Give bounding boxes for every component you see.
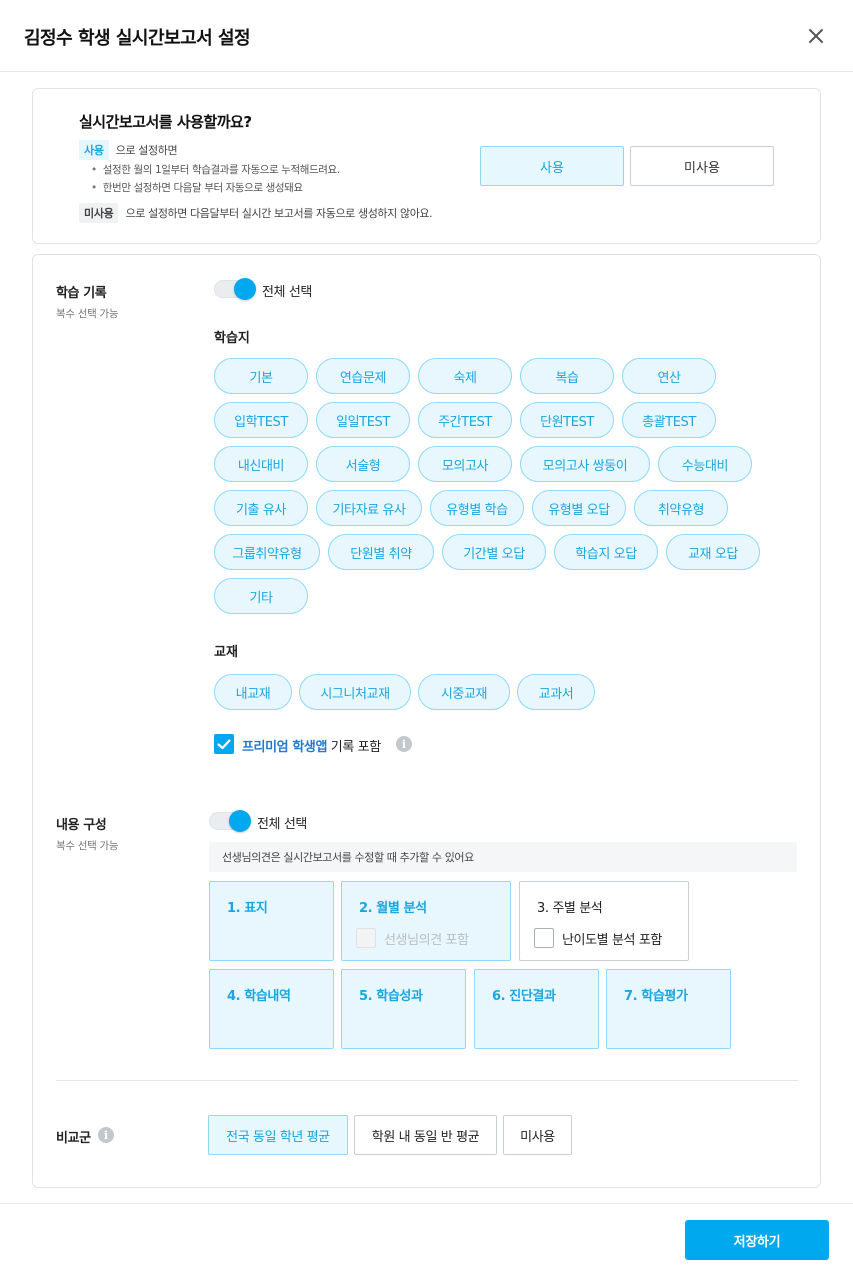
premium-label: 프리미엄 학생앱 기록 포함 [242, 736, 381, 755]
settings-card: 학습 기록 복수 선택 가능 전체 선택 학습지 기본 연습문제 숙제 복습 연… [32, 254, 821, 1188]
chip-textbook[interactable]: 내교재 [214, 674, 292, 710]
content-item-monthly[interactable]: 2. 월별 분석 선생님의견 포함 [341, 881, 511, 961]
chip-worksheet[interactable]: 주간TEST [418, 402, 512, 438]
comparison-option-academy[interactable]: 학원 내 동일 반 평균 [354, 1115, 497, 1155]
usage-bullet: 한번만 설정하면 다음달 부터 자동으로 생성돼요 [91, 180, 303, 195]
chip-worksheet[interactable]: 모의고사 [418, 446, 512, 482]
content-item-title: 3. 주별 분석 [537, 901, 603, 916]
content-notice: 선생님의견은 실시간보고서를 수정할 때 추가할 수 있어요 [209, 842, 797, 872]
chip-worksheet[interactable]: 일일TEST [316, 402, 410, 438]
comparison-option-national[interactable]: 전국 동일 학년 평균 [208, 1115, 348, 1155]
worksheet-group-title: 학습지 [214, 331, 250, 346]
content-item-achievement[interactable]: 5. 학습성과 [341, 969, 466, 1049]
section-divider [56, 1080, 798, 1081]
use-text: 으로 설정하면 [115, 144, 178, 157]
chip-worksheet[interactable]: 수능대비 [658, 446, 752, 482]
close-icon[interactable] [804, 24, 828, 48]
chip-worksheet[interactable]: 기타자료 유사 [316, 490, 422, 526]
comparison-option-none[interactable]: 미사용 [503, 1115, 572, 1155]
chip-worksheet[interactable]: 내신대비 [214, 446, 308, 482]
usage-nouse-line: 미사용 으로 설정하면 다음달부터 실시간 보고서를 자동으로 생성하지 않아요… [79, 203, 433, 223]
content-label: 내용 구성 [56, 818, 107, 833]
chip-worksheet[interactable]: 유형별 오답 [532, 490, 626, 526]
chip-worksheet[interactable]: 단원별 취약 [328, 534, 434, 570]
content-item-title: 4. 학습내역 [227, 989, 291, 1004]
content-item-evaluation[interactable]: 7. 학습평가 [606, 969, 731, 1049]
usage-question: 실시간보고서를 사용할까요? [79, 113, 252, 131]
content-item-history[interactable]: 4. 학습내역 [209, 969, 334, 1049]
chip-worksheet[interactable]: 단원TEST [520, 402, 614, 438]
content-item-diagnosis[interactable]: 6. 진단결과 [474, 969, 599, 1049]
dialog-header: 김정수 학생 실시간보고서 설정 [0, 0, 853, 72]
textbook-group-title: 교재 [214, 645, 238, 660]
content-select-all-label: 전체 선택 [257, 817, 307, 832]
footer-divider [0, 1203, 853, 1204]
chip-worksheet[interactable]: 숙제 [418, 358, 512, 394]
usage-card: 실시간보고서를 사용할까요? 사용 으로 설정하면 설정한 월의 1일부터 학습… [32, 88, 821, 244]
learning-label: 학습 기록 [56, 286, 107, 301]
content-item-title: 2. 월별 분석 [359, 901, 427, 916]
chip-worksheet[interactable]: 학습지 오답 [554, 534, 658, 570]
content-item-title: 5. 학습성과 [359, 989, 423, 1004]
checkbox-box [356, 928, 376, 948]
chip-worksheet[interactable]: 모의고사 쌍둥이 [520, 446, 650, 482]
content-item-title: 6. 진단결과 [492, 989, 556, 1004]
chip-worksheet[interactable]: 기본 [214, 358, 308, 394]
chip-worksheet[interactable]: 연습문제 [316, 358, 410, 394]
checkbox-box[interactable] [534, 928, 554, 948]
chip-worksheet[interactable]: 총괄TEST [622, 402, 716, 438]
content-item-title: 1. 표지 [227, 901, 268, 916]
chip-worksheet[interactable]: 입학TEST [214, 402, 308, 438]
info-icon[interactable]: i [98, 1127, 114, 1143]
chip-worksheet[interactable]: 기출 유사 [214, 490, 308, 526]
learning-select-all-label: 전체 선택 [262, 285, 312, 300]
learning-sub: 복수 선택 가능 [56, 308, 119, 320]
content-sub: 복수 선택 가능 [56, 840, 119, 852]
chip-worksheet[interactable]: 연산 [622, 358, 716, 394]
premium-rest: 기록 포함 [327, 740, 381, 755]
use-button[interactable]: 사용 [480, 146, 624, 186]
difficulty-analysis-label: 난이도별 분석 포함 [562, 932, 662, 948]
use-tag: 사용 [79, 140, 109, 160]
chip-worksheet[interactable]: 그룹취약유형 [214, 534, 320, 570]
teacher-opinion-checkbox: 선생님의견 포함 [356, 928, 469, 948]
chip-worksheet[interactable]: 기타 [214, 578, 308, 614]
chip-worksheet[interactable]: 취약유형 [634, 490, 728, 526]
teacher-opinion-label: 선생님의견 포함 [384, 932, 469, 948]
usage-use-line: 사용 으로 설정하면 [79, 140, 178, 160]
chip-worksheet[interactable]: 교재 오답 [666, 534, 760, 570]
chip-textbook[interactable]: 시중교재 [418, 674, 510, 710]
save-button[interactable]: 저장하기 [685, 1220, 829, 1260]
content-item-weekly[interactable]: 3. 주별 분석 난이도별 분석 포함 [519, 881, 689, 961]
content-item-title: 7. 학습평가 [624, 989, 688, 1004]
learning-select-all-toggle[interactable] [214, 278, 258, 300]
difficulty-analysis-checkbox[interactable]: 난이도별 분석 포함 [534, 928, 662, 948]
chip-textbook[interactable]: 교과서 [517, 674, 595, 710]
dialog-title: 김정수 학생 실시간보고서 설정 [24, 28, 251, 49]
content-item-cover[interactable]: 1. 표지 [209, 881, 334, 961]
chip-worksheet[interactable]: 기간별 오답 [442, 534, 546, 570]
chip-textbook[interactable]: 시그니처교재 [299, 674, 411, 710]
comparison-label: 비교군 [56, 1131, 91, 1146]
nouse-tag: 미사용 [79, 203, 119, 223]
chip-worksheet[interactable]: 복습 [520, 358, 614, 394]
content-select-all-toggle[interactable] [209, 810, 253, 832]
usage-bullet: 설정한 월의 1일부터 학습결과를 자동으로 누적해드려요. [91, 162, 340, 177]
info-icon[interactable]: i [396, 736, 412, 752]
chip-worksheet[interactable]: 유형별 학습 [430, 490, 524, 526]
nouse-button[interactable]: 미사용 [630, 146, 774, 186]
nouse-text: 으로 설정하면 다음달부터 실시간 보고서를 자동으로 생성하지 않아요. [125, 207, 433, 220]
premium-highlight: 프리미엄 학생앱 [242, 740, 328, 755]
premium-checkbox[interactable] [214, 734, 234, 754]
chip-worksheet[interactable]: 서술형 [316, 446, 410, 482]
